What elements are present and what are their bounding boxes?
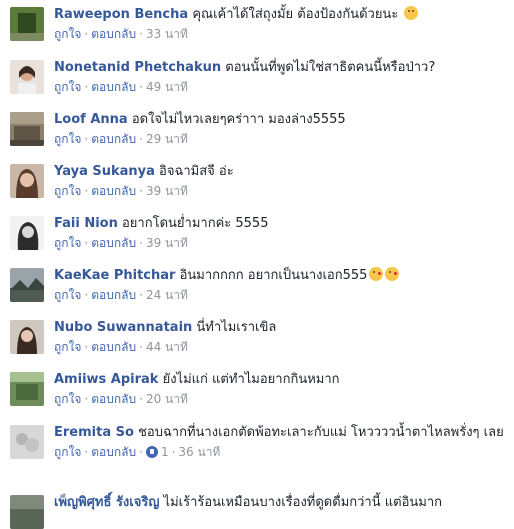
- comment-author[interactable]: Faii Nion: [54, 216, 118, 231]
- comment-text: อินมากกกก อยากเป็นนางเอก555: [179, 268, 368, 283]
- separator-dot: ·: [84, 132, 89, 146]
- separator-dot: ·: [139, 132, 143, 146]
- separator-dot: ·: [139, 236, 143, 250]
- like-link[interactable]: ถูกใจ: [54, 132, 81, 146]
- separator-dot: ·: [84, 80, 89, 94]
- reply-link[interactable]: ตอบกลับ: [91, 27, 136, 41]
- comment-author[interactable]: Nubo Suwannatain: [54, 320, 192, 335]
- timestamp[interactable]: 20 นาที: [146, 392, 188, 406]
- avatar[interactable]: [10, 60, 44, 94]
- separator-dot: ·: [84, 288, 89, 302]
- avatar[interactable]: [10, 425, 44, 459]
- reply-link[interactable]: ตอบกลับ: [91, 184, 136, 198]
- timestamp[interactable]: 29 นาที: [146, 132, 188, 146]
- timestamp[interactable]: 49 นาที: [146, 80, 188, 94]
- comment-text: อดใจไม่ไหวเลยๆคร่าาา มองล่าง5555: [131, 112, 346, 127]
- reply-link[interactable]: ตอบกลับ: [91, 392, 136, 406]
- comment-text: ชอบฉากที่นางเอกตัดพ้อทะเลาะกับแม่ โหวววว…: [138, 425, 504, 440]
- reply-link[interactable]: ตอบกลับ: [91, 445, 136, 459]
- separator-dot: ·: [84, 184, 89, 198]
- avatar[interactable]: [10, 495, 44, 529]
- avatar[interactable]: [10, 7, 44, 41]
- like-count[interactable]: 1: [161, 445, 169, 459]
- avatar[interactable]: [10, 268, 44, 302]
- comment-feed: Raweepon Bencha คุณเค้าได้ใส่ถุงมั้ย ต้อ…: [0, 0, 514, 529]
- comment-text: อยากโดนย่ำมากค่ะ 5555: [122, 216, 269, 231]
- reply-link[interactable]: ตอบกลับ: [91, 288, 136, 302]
- reply-link[interactable]: ตอบกลับ: [91, 132, 136, 146]
- comment-author[interactable]: Yaya Sukanya: [54, 164, 155, 179]
- timestamp[interactable]: 39 นาที: [146, 236, 188, 250]
- separator-dot: ·: [84, 236, 89, 250]
- comment-text: คุณเค้าได้ใส่ถุงมั้ย ต้องป้องกันด้วยนะ: [192, 7, 399, 22]
- like-link[interactable]: ถูกใจ: [54, 340, 81, 354]
- separator-dot: ·: [139, 184, 143, 198]
- avatar[interactable]: [10, 112, 44, 146]
- separator-dot: ·: [84, 445, 89, 459]
- tongue-face-emoji-icon: [404, 6, 419, 20]
- separator-dot: ·: [139, 80, 143, 94]
- separator-dot: ·: [139, 392, 143, 406]
- comment-author[interactable]: Amiiws Apirak: [54, 372, 158, 387]
- kiss-face-emoji-icon: [385, 267, 400, 281]
- like-link[interactable]: ถูกใจ: [54, 445, 81, 459]
- separator-dot: ·: [84, 340, 89, 354]
- comment-text: ไม่เร้าร้อนเหมือนบางเรื่องที่ดูดดื่มกว่า…: [163, 495, 443, 510]
- avatar[interactable]: [10, 372, 44, 406]
- like-link[interactable]: ถูกใจ: [54, 392, 81, 406]
- timestamp[interactable]: 33 นาที: [146, 27, 188, 41]
- reply-link[interactable]: ตอบกลับ: [91, 80, 136, 94]
- avatar[interactable]: [10, 164, 44, 198]
- avatar[interactable]: [10, 320, 44, 354]
- comment-author[interactable]: Loof Anna: [54, 112, 128, 127]
- timestamp[interactable]: 36 นาที: [178, 445, 220, 459]
- separator-dot: ·: [139, 340, 143, 354]
- timestamp[interactable]: 39 นาที: [146, 184, 188, 198]
- like-link[interactable]: ถูกใจ: [54, 236, 81, 250]
- separator-dot: ·: [139, 288, 143, 302]
- reply-link[interactable]: ตอบกลับ: [91, 340, 136, 354]
- reply-link[interactable]: ตอบกลับ: [91, 236, 136, 250]
- comment-author[interactable]: Eremita So: [54, 425, 134, 440]
- separator-dot: ·: [84, 27, 89, 41]
- comment-text: ตอนนั้นที่พูดไม่ใช่สาธิตคนนี้หรือป่าว?: [225, 60, 436, 75]
- separator-dot: ·: [171, 445, 176, 459]
- timestamp[interactable]: 44 นาที: [146, 340, 188, 354]
- separator-dot: ·: [139, 445, 143, 459]
- like-link[interactable]: ถูกใจ: [54, 184, 81, 198]
- kiss-face-emoji-icon: [369, 267, 384, 281]
- like-link[interactable]: ถูกใจ: [54, 288, 81, 302]
- comment-text: ยังไม่แก่ แต่ทำไมอยากกินหมาก: [162, 372, 340, 387]
- separator-dot: ·: [84, 392, 89, 406]
- like-link[interactable]: ถูกใจ: [54, 80, 81, 94]
- timestamp[interactable]: 24 นาที: [146, 288, 188, 302]
- avatar[interactable]: [10, 216, 44, 250]
- like-link[interactable]: ถูกใจ: [54, 27, 81, 41]
- separator-dot: ·: [139, 27, 143, 41]
- comment-text: นี่ทำไมเราเขิล: [196, 320, 277, 335]
- comment-author[interactable]: Nonetanid Phetchakun: [54, 60, 221, 75]
- comment-author[interactable]: Raweepon Bencha: [54, 7, 188, 22]
- comment-author[interactable]: เพ็ญพิศุทธิ์ รังเจริญ: [54, 495, 159, 510]
- comment-text: อิจฉามิสจี อ่ะ: [159, 164, 234, 179]
- thumbs-up-icon[interactable]: [145, 446, 158, 458]
- comment-author[interactable]: KaeKae Phitchar: [54, 268, 175, 283]
